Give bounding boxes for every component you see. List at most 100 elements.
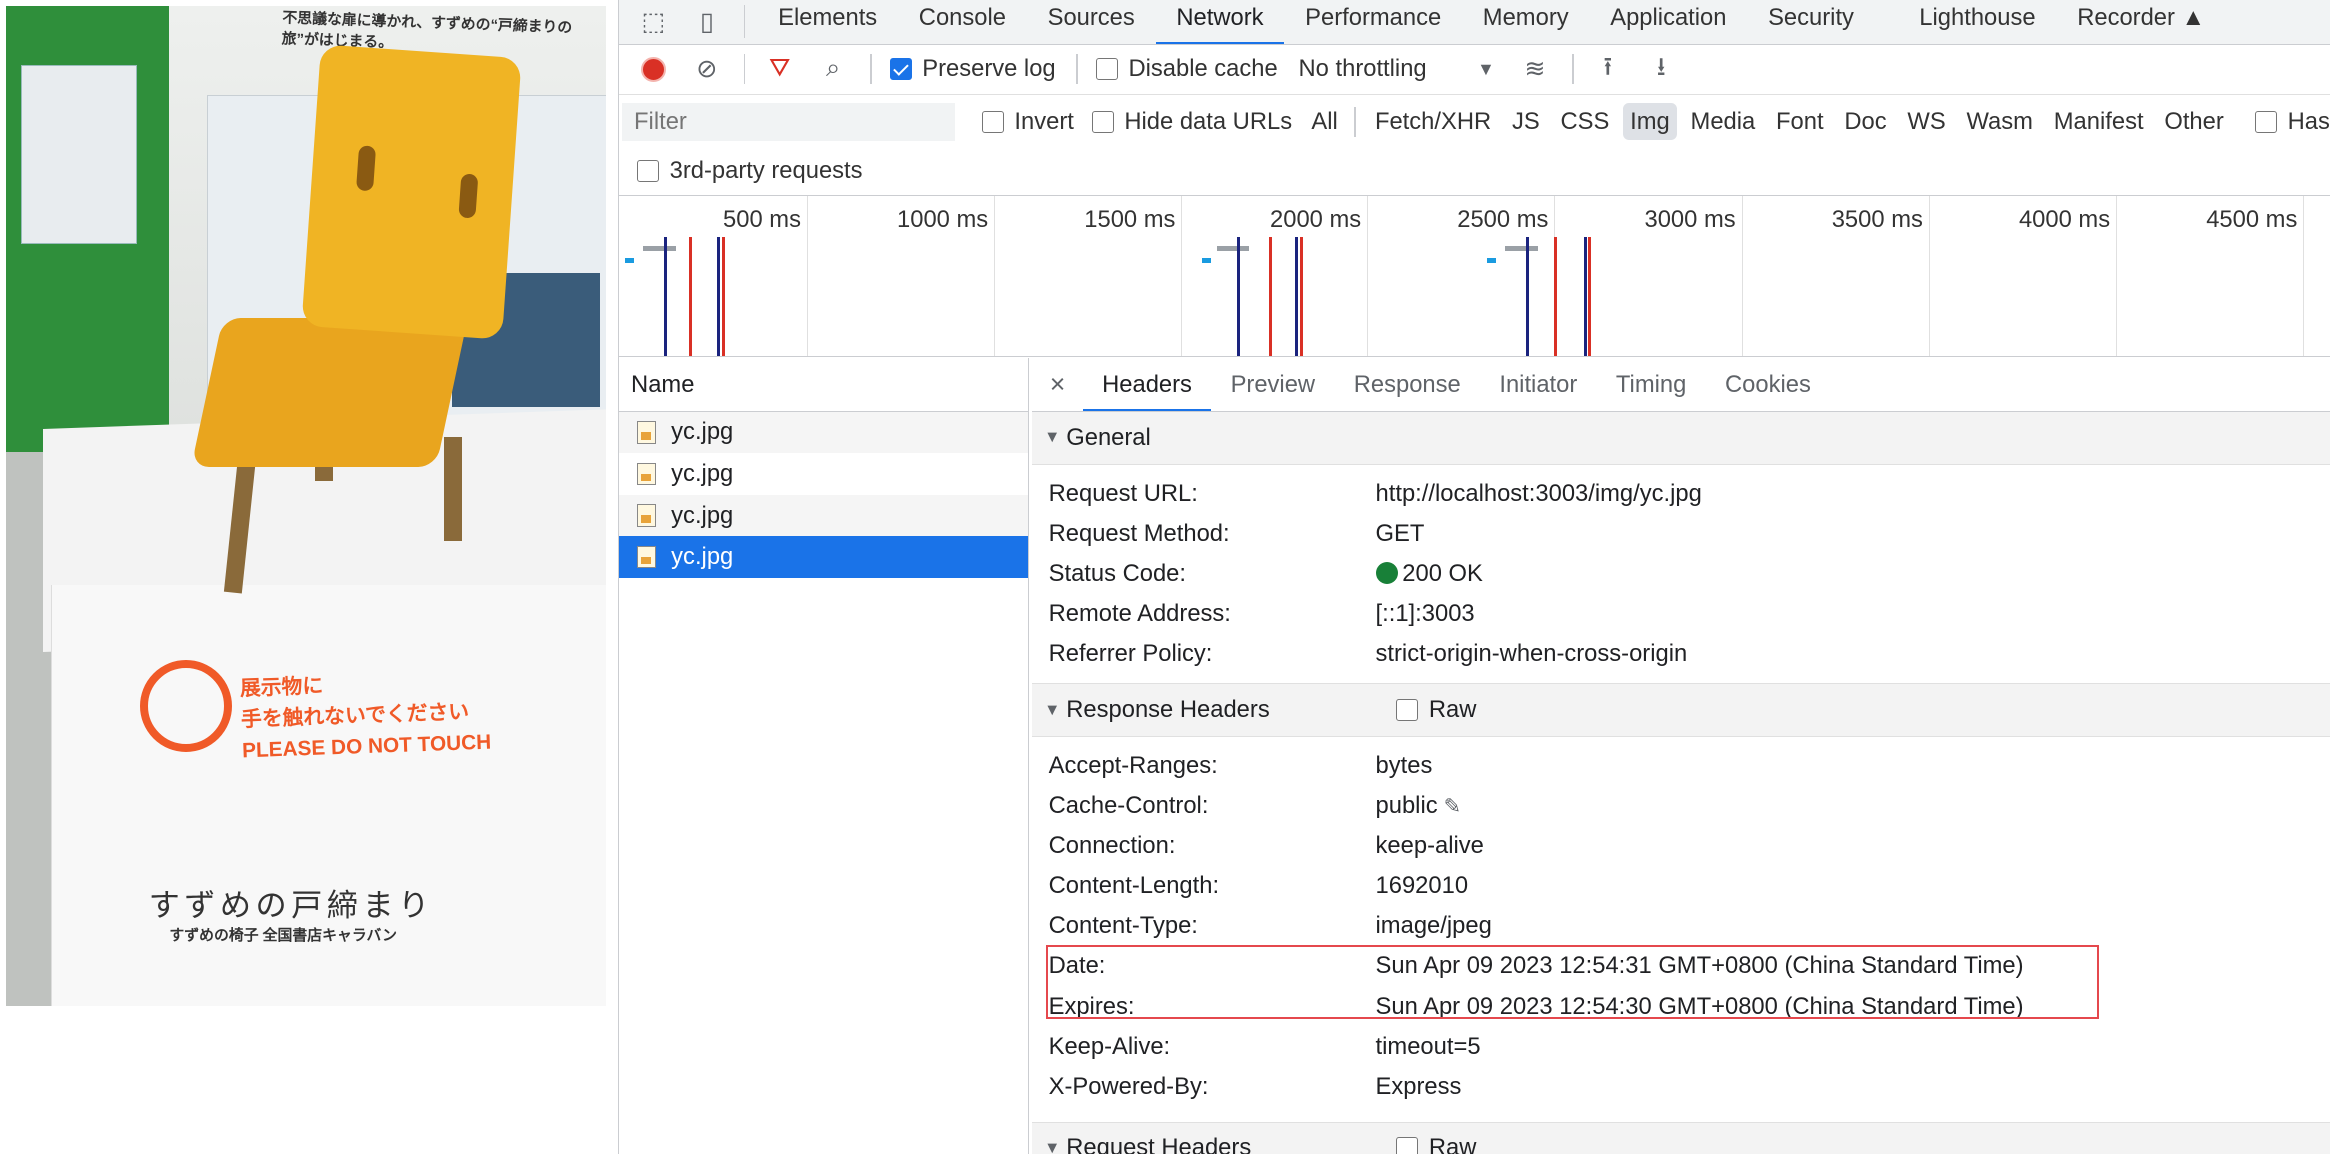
header-key: Request Method: [1048,520,1230,548]
type-css[interactable]: CSS [1553,103,1617,140]
type-doc[interactable]: Doc [1837,103,1894,140]
request-method-value: GET [1375,520,1425,548]
tab-response[interactable]: Response [1334,358,1480,411]
timeline-bar [625,258,635,263]
raw-checkbox[interactable]: Raw [1396,696,1476,724]
dom-content-loaded-line [1583,237,1587,357]
header-key: Keep-Alive: [1048,1032,1171,1060]
response-headers-section: Accept-Ranges: bytes Cache-Control: public… [1032,737,2330,1107]
tab-timing[interactable]: Timing [1597,358,1706,411]
triangle-down-icon: ▼ [1044,700,1061,719]
request-row[interactable]: yc.jpg [619,411,1029,454]
raw-checkbox[interactable]: Raw [1396,1134,1476,1154]
image-file-icon [637,546,657,569]
tab-network[interactable]: Network [1155,0,1285,45]
request-headers-section-header[interactable]: ▼ Request Headers Raw [1032,1121,2330,1154]
header-value: keep-alive [1375,832,1484,860]
type-wasm[interactable]: Wasm [1959,103,2040,140]
header-key: Content-Length: [1048,872,1220,900]
tab-sources[interactable]: Sources [1027,0,1156,44]
no-touch-icon [139,659,232,752]
flask-icon: ▲ [2181,3,2206,31]
image-file-icon [637,421,657,444]
dom-content-loaded-line [717,237,721,357]
tab-application[interactable]: Application [1589,0,1747,44]
load-line [1588,237,1591,357]
dom-content-loaded-line [1237,237,1241,357]
type-media[interactable]: Media [1683,103,1763,140]
request-url-value: http://localhost:3003/img/yc.jpg [1375,480,1702,508]
tab-lighthouse[interactable]: Lighthouse [1899,0,2057,44]
hide-data-urls-checkbox[interactable]: Hide data URLs [1091,108,1292,136]
response-headers-section-header[interactable]: ▼ Response Headers Raw [1032,683,2330,737]
name-column-header[interactable]: Name [619,358,1029,412]
tab-console[interactable]: Console [898,0,1027,44]
throttling-select[interactable]: No throttling ▼ [1299,55,1495,83]
pencil-icon[interactable]: ✎ [1444,794,1461,819]
remote-address-value: [::1]:3003 [1375,600,1475,628]
invert-checkbox[interactable]: Invert [981,108,1074,136]
load-line [1299,237,1303,357]
preserve-log-checkbox[interactable]: Preserve log [889,55,1056,83]
type-other[interactable]: Other [2157,103,2231,140]
type-font[interactable]: Font [1769,103,1831,140]
type-ws[interactable]: WS [1900,103,1953,140]
filter-icon[interactable]: ⛛ [763,53,796,86]
type-manifest[interactable]: Manifest [2046,103,2151,140]
timeline-bar [1216,246,1250,251]
network-conditions-icon[interactable]: ≋ [1519,53,1552,86]
disable-cache-checkbox[interactable]: Disable cache [1095,55,1278,83]
clear-icon[interactable]: ⊘ [690,53,723,86]
tab-performance[interactable]: Performance [1284,0,1462,44]
devtools-tabbar: ⬚ ▯ Elements Console Sources Network Per… [619,0,2330,45]
triangle-down-icon: ▼ [1044,1138,1061,1154]
close-icon[interactable]: × [1032,369,1083,400]
record-button[interactable] [637,53,670,86]
general-section-header[interactable]: ▼ General [1032,411,2330,466]
third-party-checkbox[interactable]: 3rd-party requests [637,157,863,185]
search-icon[interactable]: ⌕ [817,53,850,86]
header-key: Accept-Ranges: [1048,751,1218,779]
dom-content-loaded-line [1525,237,1529,357]
devtools-panel: ⬚ ▯ Elements Console Sources Network Per… [618,0,2330,1154]
tab-cookies[interactable]: Cookies [1706,358,1831,411]
request-row[interactable]: yc.jpg [619,453,1028,495]
photo-title: すずめの戸締まり [148,887,434,924]
tab-recorder[interactable]: Recorder ▲ [2056,0,2225,44]
network-overview[interactable]: 500 ms 1000 ms 1500 ms 2000 ms 2500 ms 3… [619,194,2330,357]
tick-label: 2000 ms [1182,195,1369,357]
type-img[interactable]: Img [1622,103,1678,141]
image-file-icon [637,462,657,486]
type-js[interactable]: JS [1505,103,1548,140]
timeline-bar [1486,258,1496,263]
request-row-selected[interactable]: yc.jpg [619,536,1029,578]
tab-memory[interactable]: Memory [1462,0,1589,44]
header-key: Connection: [1048,832,1176,860]
device-toolbar-icon[interactable]: ▯ [688,2,727,41]
header-key: Status Code: [1048,560,1187,588]
tab-initiator[interactable]: Initiator [1480,358,1597,411]
filter-input[interactable] [622,102,955,142]
tab-headers[interactable]: Headers [1082,358,1212,412]
photo-subtitle: すずめの椅子 全国書店キャラバン [169,928,398,945]
request-row[interactable]: yc.jpg [619,494,1029,537]
small-poster [20,65,137,244]
dom-content-loaded-line [1295,237,1299,357]
type-fetch-xhr[interactable]: Fetch/XHR [1368,103,1499,140]
has-blocked-cookies-checkbox[interactable]: Has [2254,108,2330,136]
tab-security[interactable]: Security [1747,0,1874,44]
export-har-icon[interactable]: ⭳ [1645,53,1678,86]
tick-label: 1000 ms [808,195,996,357]
highlight-annotation-box [1045,944,2100,1020]
chair-leg [444,436,463,541]
tab-elements[interactable]: Elements [757,0,898,44]
type-all[interactable]: All [1304,103,1345,140]
header-value: image/jpeg [1375,912,1492,940]
filter-bar: Invert Hide data URLs All Fetch/XHR JS C… [619,95,2330,148]
inspect-element-icon[interactable]: ⬚ [634,2,673,41]
tick-label: 500 ms [619,195,808,357]
import-har-icon[interactable]: ⭱ [1591,53,1624,86]
request-list: Name yc.jpg yc.jpg yc.jpg yc.jpg [619,358,1030,1154]
tab-preview[interactable]: Preview [1211,358,1334,411]
header-key: Content-Type: [1048,912,1198,940]
